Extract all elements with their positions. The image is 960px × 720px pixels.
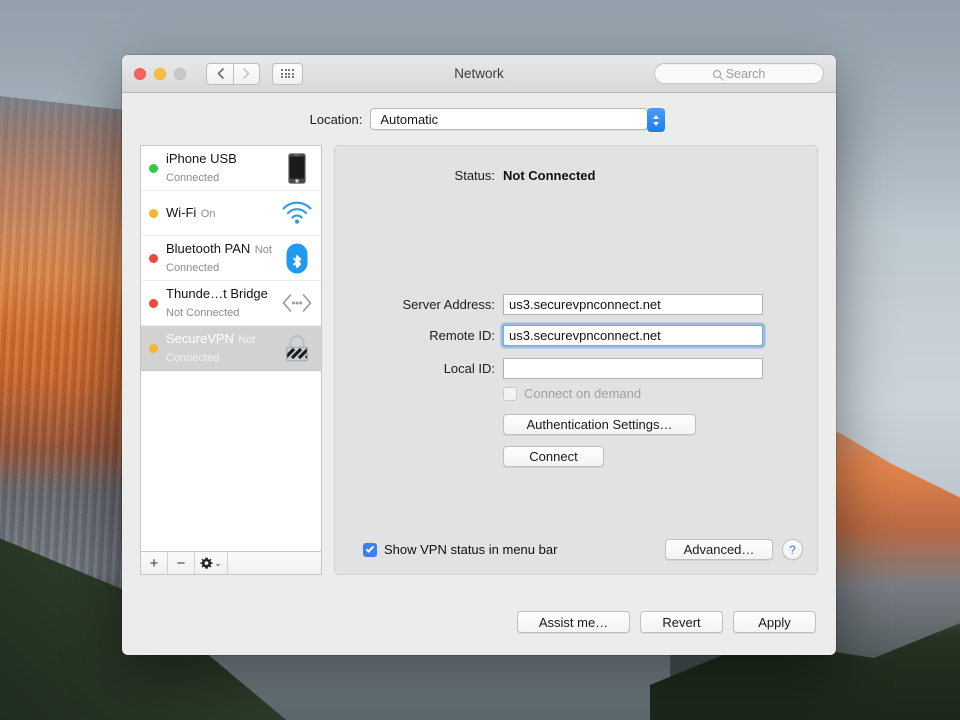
chevron-right-icon <box>243 68 250 79</box>
remote-id-row: Remote ID: us3.securevpnconnect.net <box>335 325 817 346</box>
help-button[interactable]: ? <box>782 539 803 560</box>
window-footer: Assist me… Revert Apply <box>122 589 836 655</box>
local-id-row: Local ID: <box>335 358 817 379</box>
list-item-securevpn[interactable]: SecureVPN Not Connected <box>141 326 321 371</box>
connect-on-demand-label: Connect on demand <box>524 386 642 401</box>
status-dot <box>149 253 158 263</box>
add-service-button[interactable]: + <box>141 552 168 574</box>
connect-on-demand-row: Connect on demand <box>335 386 817 401</box>
service-status: Not Connected <box>166 307 240 319</box>
gear-chevron-icon: ⌄ <box>214 557 222 568</box>
list-item-iphone-usb[interactable]: iPhone USB Connected <box>141 146 321 191</box>
show-vpn-status-label: Show VPN status in menu bar <box>384 542 558 557</box>
toolbar-filler <box>228 552 321 574</box>
thunderbolt-bridge-icon <box>280 286 314 320</box>
authentication-settings-button[interactable]: Authentication Settings… <box>503 414 696 435</box>
service-status: Connected <box>166 172 220 184</box>
add-service-label: + <box>149 554 159 572</box>
remove-service-button[interactable]: − <box>168 552 195 574</box>
gear-icon <box>200 557 213 569</box>
server-address-label: Server Address: <box>402 297 496 312</box>
minimize-window-button[interactable] <box>154 67 166 80</box>
revert-button[interactable]: Revert <box>640 611 723 633</box>
chevron-left-icon <box>217 68 224 79</box>
panel-bottom-row: Show VPN status in menu bar Advanced… ? <box>335 539 817 560</box>
location-value: Automatic <box>380 111 439 127</box>
authentication-settings-row: Authentication Settings… <box>335 414 817 435</box>
search-placeholder: Search <box>725 66 766 81</box>
iphone-icon <box>280 151 314 185</box>
desktop-background: Network Search Location: Automatic iPhon… <box>0 0 960 720</box>
service-name: SecureVPN <box>166 331 234 346</box>
wifi-icon <box>280 196 314 230</box>
search-input[interactable]: Search <box>654 63 824 84</box>
connect-button[interactable]: Connect <box>503 446 604 467</box>
remote-id-label: Remote ID: <box>429 328 495 343</box>
forward-button[interactable] <box>233 62 260 85</box>
location-dropdown[interactable]: Automatic <box>370 108 666 132</box>
zoom-window-button <box>174 67 186 80</box>
service-list-toolbar: + − ⌄ <box>140 551 322 575</box>
status-row: Status: Not Connected <box>335 168 817 183</box>
remove-service-label: − <box>176 554 186 572</box>
window-titlebar: Network Search <box>122 55 836 93</box>
status-dot <box>149 343 158 353</box>
status-value: Not Connected <box>503 168 596 183</box>
service-list[interactable]: iPhone USB Connected Wi-Fi On Bluetooth … <box>140 145 322 551</box>
vpn-settings-panel: Status: Not Connected Server Address: us… <box>334 145 818 575</box>
apply-button[interactable]: Apply <box>733 611 816 633</box>
search-icon <box>712 69 721 78</box>
service-name: iPhone USB <box>166 151 237 166</box>
location-row: Location: Automatic <box>122 93 836 145</box>
vpn-lock-icon <box>280 331 314 365</box>
show-all-grid-icon <box>281 68 294 79</box>
location-label: Location: <box>309 111 363 127</box>
service-sidebar: iPhone USB Connected Wi-Fi On Bluetooth … <box>140 145 322 575</box>
list-item-thunderbolt-bridge[interactable]: Thunde…t Bridge Not Connected <box>141 281 321 326</box>
show-all-preferences-button[interactable] <box>272 62 303 85</box>
server-address-row: Server Address: us3.securevpnconnect.net <box>335 294 817 315</box>
location-stepper-icon[interactable] <box>647 108 666 132</box>
bluetooth-icon <box>280 241 314 275</box>
navigation-buttons <box>206 62 260 85</box>
remote-id-input[interactable]: us3.securevpnconnect.net <box>503 325 763 346</box>
status-dot <box>149 298 158 308</box>
list-item-wi-fi[interactable]: Wi-Fi On <box>141 191 321 236</box>
server-address-input[interactable]: us3.securevpnconnect.net <box>503 294 763 315</box>
close-window-button[interactable] <box>134 67 146 80</box>
connect-row: Connect <box>335 446 817 467</box>
service-name: Wi-Fi <box>166 205 197 220</box>
service-name: Thunde…t Bridge <box>166 286 268 301</box>
status-dot <box>149 208 158 218</box>
connect-on-demand-checkbox <box>503 386 517 401</box>
status-dot <box>149 163 158 173</box>
local-id-label: Local ID: <box>443 361 495 376</box>
status-label: Status: <box>454 168 495 183</box>
service-status: On <box>200 208 216 220</box>
checkmark-icon <box>365 543 375 553</box>
traffic-light-buttons <box>134 67 194 80</box>
preferences-body: iPhone USB Connected Wi-Fi On Bluetooth … <box>122 145 836 575</box>
assist-me-button[interactable]: Assist me… <box>517 611 630 633</box>
service-name: Bluetooth PAN <box>166 241 251 256</box>
advanced-button[interactable]: Advanced… <box>665 539 773 560</box>
local-id-input[interactable] <box>503 358 763 379</box>
service-actions-menu-button[interactable]: ⌄ <box>195 552 228 574</box>
back-button[interactable] <box>206 62 233 85</box>
show-vpn-status-checkbox[interactable] <box>363 542 377 557</box>
list-item-bluetooth-pan[interactable]: Bluetooth PAN Not Connected <box>141 236 321 281</box>
network-preferences-window: Network Search Location: Automatic iPhon… <box>122 55 836 655</box>
